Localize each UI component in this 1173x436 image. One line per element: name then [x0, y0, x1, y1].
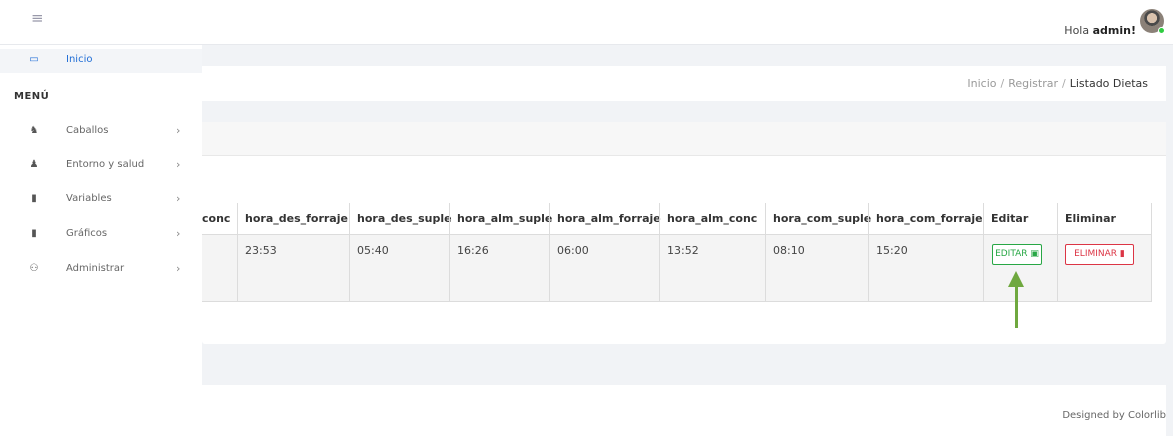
- table-cell: 16:26: [449, 235, 549, 302]
- sidebar-item-label: Administrar: [66, 263, 125, 274]
- file-icon: ▮: [31, 193, 37, 204]
- users-icon: ⚇: [29, 263, 39, 274]
- sidebar-item-caballos[interactable]: ♞ Caballos ›: [0, 120, 202, 144]
- chevron-right-icon: ›: [176, 192, 181, 205]
- sidebar-item-variables[interactable]: ▮ Variables ›: [0, 188, 202, 212]
- chevron-right-icon: ›: [176, 262, 181, 275]
- footer: Designed by Colorlib: [202, 385, 1166, 436]
- chevron-right-icon: ›: [176, 124, 181, 137]
- table-cell: 08:10: [765, 235, 868, 302]
- sidebar-item-graficos[interactable]: ▮ Gráficos ›: [0, 223, 202, 247]
- table-cell: 06:00: [549, 235, 659, 302]
- greeting-user: admin!: [1092, 24, 1136, 37]
- hamburger-icon[interactable]: ≡: [31, 11, 44, 26]
- sidebar-item-inicio[interactable]: ▭ Inicio: [0, 49, 202, 73]
- col-header-conc: conc: [202, 203, 237, 235]
- footer-credit: Designed by Colorlib: [1062, 410, 1166, 421]
- delete-button[interactable]: ELIMINAR ▮: [1065, 244, 1134, 265]
- column-divider: [1151, 203, 1152, 302]
- table-cell: 15:20: [868, 235, 983, 302]
- col-header-hora-alm-conc: hora_alm_conc: [659, 203, 765, 235]
- col-header-hora-com-forraje: hora_com_forraje: [868, 203, 983, 235]
- sidebar-item-entorno[interactable]: ♟ Entorno y salud ›: [0, 154, 202, 178]
- menu-title: MENÚ: [14, 91, 50, 102]
- card-header: [202, 122, 1166, 156]
- save-icon: ▣: [1030, 249, 1039, 259]
- avatar[interactable]: [1140, 9, 1165, 34]
- column-divider: [983, 203, 984, 302]
- delete-button-label: ELIMINAR: [1074, 249, 1118, 259]
- col-header-hora-alm-forraje: hora_alm_forraje: [549, 203, 661, 235]
- chevron-right-icon: ›: [176, 227, 181, 240]
- table-cell: 13:52: [659, 235, 765, 302]
- edit-button[interactable]: EDITAR ▣: [992, 244, 1042, 265]
- breadcrumb-bar: Inicio / Registrar / Listado Dietas: [202, 66, 1166, 101]
- arrow-annotation-shaft: [1015, 285, 1018, 328]
- breadcrumb-separator: /: [1062, 77, 1066, 90]
- col-header-hora-alm-suple: hora_alm_suple: [449, 203, 552, 235]
- breadcrumb-separator: /: [1000, 77, 1005, 90]
- column-divider: [449, 203, 450, 302]
- table-cell: 05:40: [349, 235, 449, 302]
- col-header-hora-com-suple: hora_com_suple: [765, 203, 871, 235]
- file-icon: ▮: [31, 228, 37, 239]
- sidebar-item-label: Gráficos: [66, 228, 108, 239]
- breadcrumb: Inicio / Registrar / Listado Dietas: [967, 77, 1148, 90]
- column-divider: [868, 203, 869, 302]
- col-header-eliminar: Eliminar: [1057, 203, 1151, 235]
- trash-icon: ▮: [1119, 249, 1125, 259]
- edit-button-label: EDITAR: [995, 249, 1028, 259]
- col-header-hora-des-suple: hora_des_suple: [349, 203, 452, 235]
- sidebar-item-administrar[interactable]: ⚇ Administrar ›: [0, 258, 202, 282]
- table-cell: 23:53: [237, 235, 349, 302]
- greeting-prefix: Hola: [1064, 24, 1090, 37]
- sidebar: ▭ Inicio MENÚ ♞ Caballos › ♟ Entorno y s…: [0, 45, 202, 436]
- online-status-dot: [1158, 27, 1165, 34]
- laptop-icon: ▭: [29, 54, 39, 65]
- column-divider: [549, 203, 550, 302]
- sidebar-item-label: Variables: [66, 193, 112, 204]
- table-cell: [202, 235, 237, 302]
- top-bar: ≡ Hola admin!: [0, 0, 1173, 45]
- user-icon: ♟: [29, 159, 39, 170]
- sidebar-item-label: Inicio: [66, 54, 93, 65]
- sidebar-item-label: Caballos: [66, 125, 109, 136]
- col-header-editar: Editar: [983, 203, 1057, 235]
- column-divider: [349, 203, 350, 302]
- user-greeting: Hola admin!: [1064, 24, 1136, 37]
- breadcrumb-current: Listado Dietas: [1069, 77, 1148, 90]
- sidebar-item-label: Entorno y salud: [66, 159, 145, 170]
- breadcrumb-inicio[interactable]: Inicio: [967, 77, 996, 90]
- breadcrumb-registrar[interactable]: Registrar: [1008, 77, 1058, 90]
- column-divider: [237, 203, 238, 302]
- column-divider: [765, 203, 766, 302]
- chevron-right-icon: ›: [176, 158, 181, 171]
- horse-icon: ♞: [29, 125, 39, 136]
- col-header-hora-des-forraje: hora_des_forraje: [237, 203, 349, 235]
- column-divider: [1057, 203, 1058, 302]
- column-divider: [659, 203, 660, 302]
- table-card: conc hora_des_forraje hora_des_suple hor…: [202, 122, 1166, 344]
